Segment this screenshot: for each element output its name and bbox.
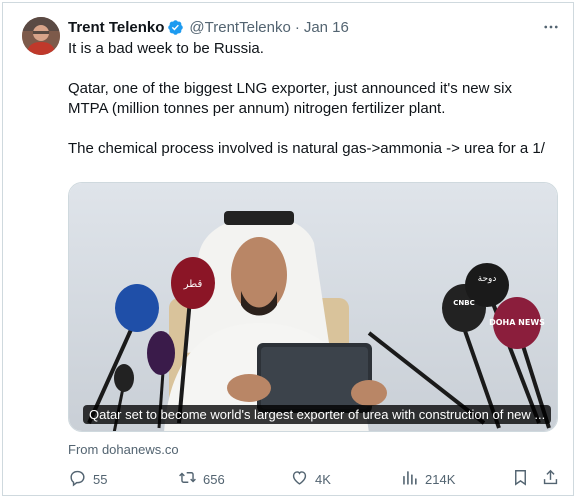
separator-dot: · <box>294 18 300 36</box>
repost-icon <box>178 468 197 490</box>
tweet-text-line: Qatar, one of the biggest LNG exporter, … <box>68 80 512 117</box>
tweet-card[interactable]: Trent Telenko @TrentTelenko · Jan 16 It … <box>2 2 574 496</box>
share-button[interactable] <box>541 467 560 491</box>
repost-count: 656 <box>203 471 225 487</box>
author-name[interactable]: Trent Telenko <box>68 19 164 36</box>
reply-icon <box>68 468 87 490</box>
tweet-date[interactable]: Jan 16 <box>304 19 349 36</box>
verified-badge-icon <box>167 19 184 36</box>
action-bar: 55 656 4K 214K <box>68 467 561 491</box>
mic-label: CNBC <box>453 299 474 307</box>
avatar[interactable] <box>22 17 60 55</box>
like-button[interactable]: 4K <box>290 467 331 491</box>
views-count: 214K <box>425 471 456 487</box>
views-button[interactable]: 214K <box>400 467 455 491</box>
reply-button[interactable]: 55 <box>68 467 107 491</box>
share-icon <box>541 468 560 490</box>
tweet-text: It is a bad week to be Russia. Qatar, on… <box>68 39 548 159</box>
tweet-header: Trent Telenko @TrentTelenko · Jan 16 <box>68 17 349 37</box>
link-card-image[interactable]: قطر دوحة DOHA NEWS CNBC Qatar set to bec… <box>68 182 558 432</box>
tweet-text-line: It is a bad week to be Russia. <box>68 40 264 57</box>
views-icon <box>400 468 419 490</box>
reply-count: 55 <box>93 471 108 487</box>
mic-label: قطر <box>183 279 203 290</box>
bookmark-icon <box>511 468 530 490</box>
repost-button[interactable]: 656 <box>178 467 225 491</box>
mic-label: DOHA NEWS <box>489 318 545 327</box>
link-source[interactable]: From dohanews.co <box>68 442 179 457</box>
author-handle[interactable]: @TrentTelenko <box>189 19 290 36</box>
more-icon[interactable] <box>541 17 561 37</box>
tweet-text-line: The chemical process involved is natural… <box>68 140 545 157</box>
like-icon <box>290 468 309 490</box>
press-conference-image: قطر دوحة DOHA NEWS CNBC <box>69 183 557 431</box>
bookmark-button[interactable] <box>511 467 530 491</box>
like-count: 4K <box>315 471 331 487</box>
media-caption: Qatar set to become world's largest expo… <box>83 405 552 424</box>
mic-label: دوحة <box>478 274 497 284</box>
